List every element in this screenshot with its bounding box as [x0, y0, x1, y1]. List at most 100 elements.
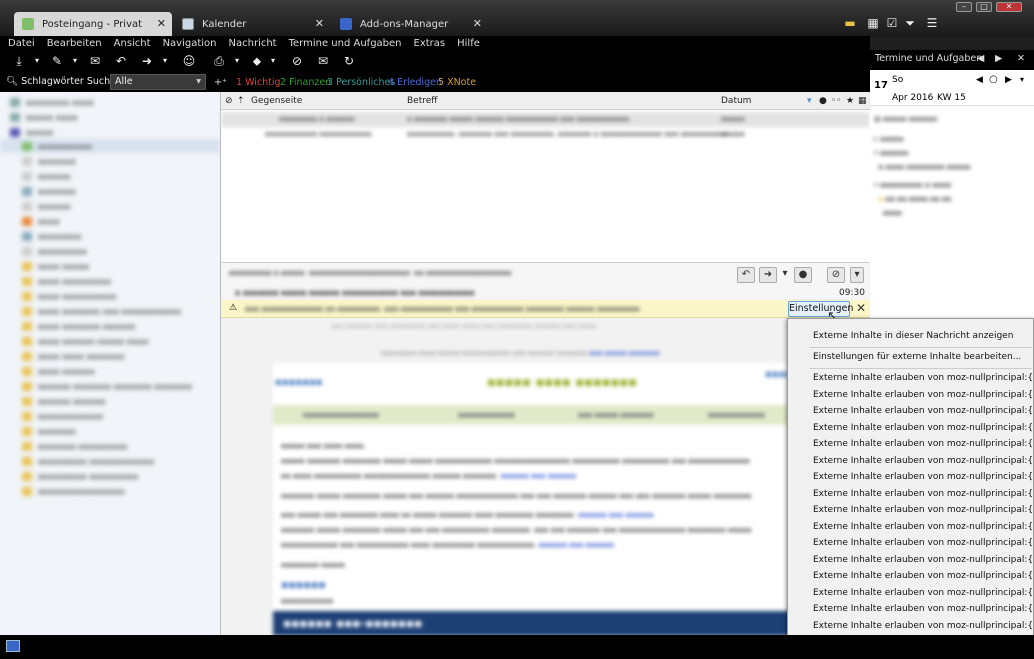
menu-allow-external-item[interactable]: Externe Inhalte erlauben von moz-nullpri…: [813, 505, 1033, 515]
folder-item[interactable]: ▪▪▪▪▪▪▪▪▪▪▪▪▪▪▪▪: [22, 485, 125, 497]
folder-item[interactable]: ▪▪▪▪: [22, 215, 60, 227]
address-book-icon[interactable]: ☺: [182, 54, 196, 68]
folder-item[interactable]: ▪▪▪▪▪▪▪▪: [22, 230, 81, 242]
folder-item[interactable]: ▪▪▪▪▪▪▪: [22, 185, 76, 197]
menu-nachricht[interactable]: Nachricht: [221, 38, 281, 49]
nav-item[interactable]: ▪▪▪▪▪▪▪▪▪▪▪▪: [458, 411, 515, 419]
chevron-down-icon[interactable]: ▾: [68, 54, 82, 68]
close-tab-icon[interactable]: ✕: [157, 17, 166, 30]
agenda-item[interactable]: ▾ ▪▪▪▪▪▪: [874, 146, 1030, 160]
menu-hilfe[interactable]: Hilfe: [449, 38, 484, 49]
nav-item[interactable]: ▪▪▪▪▪▪▪▪▪▪▪▪: [708, 411, 765, 419]
filter-icon[interactable]: ⏷: [903, 16, 917, 30]
tag-persoenliches[interactable]: 3 Persönliches: [327, 77, 395, 88]
column-picker-icon[interactable]: ▦: [858, 96, 867, 106]
junk-button[interactable]: ●: [794, 267, 812, 283]
menu-show-external-content[interactable]: Externe Inhalte in dieser Nachricht anze…: [813, 331, 1013, 341]
get-mail-icon[interactable]: ⤓: [12, 54, 26, 68]
tag-wichtig[interactable]: 1 Wichtig: [236, 77, 281, 88]
today-icon[interactable]: ○: [989, 74, 998, 85]
read-column-icon[interactable]: ◦◦: [831, 96, 842, 106]
folder-item[interactable]: ▪▪▪▪ ▪▪▪▪▪▪▪▪▪: [22, 275, 111, 287]
folder-item[interactable]: ▪▪▪▪▪▪▪▪▪ ▪▪▪▪▪▪▪▪▪: [22, 470, 138, 482]
chevron-down-icon[interactable]: ▾: [1020, 75, 1024, 84]
folder-item[interactable]: ▪▪▪▪ ▪▪▪▪▪▪: [22, 365, 95, 377]
menu-navigation[interactable]: Navigation: [155, 38, 221, 49]
agenda-item[interactable]: ▪▪▪▪: [874, 206, 1030, 220]
forward-button[interactable]: ➜: [759, 267, 777, 283]
tag-finanzen[interactable]: 2 Finanzen: [280, 77, 331, 88]
menu-datei[interactable]: Datei: [0, 38, 39, 49]
attachment-column-icon[interactable]: ⊘: [225, 96, 233, 106]
print-icon[interactable]: ⎙: [212, 54, 226, 68]
menu-allow-external-item[interactable]: Externe Inhalte erlauben von moz-nullpri…: [813, 538, 1033, 548]
hamburger-menu-icon[interactable]: ☰: [925, 16, 939, 30]
tag-filter-select[interactable]: Alle: [110, 74, 206, 90]
nav-item[interactable]: ▪▪▪ ▪▪▪▪▪ ▪▪▪▪▪▪▪: [578, 411, 654, 419]
menu-bearbeiten[interactable]: Bearbeiten: [39, 38, 106, 49]
folder-item[interactable]: ▪▪▪▪ ▪▪▪▪ ▪▪▪▪▪▪▪: [22, 350, 124, 362]
folder-item[interactable]: ▪▪▪▪▪▪ ▪▪▪▪▪▪▪ ▪▪▪▪▪▪▪ ▪▪▪▪▪▪▪: [22, 380, 192, 392]
write-icon[interactable]: ✎: [50, 54, 64, 68]
column-from[interactable]: Gegenseite: [251, 96, 302, 106]
menu-allow-external-item[interactable]: Externe Inhalte erlauben von moz-nullpri…: [813, 390, 1033, 400]
menu-allow-external-item[interactable]: Externe Inhalte erlauben von moz-nullpri…: [813, 373, 1033, 383]
tag-search-label[interactable]: 🔍︎ Schlagwörter Suchen: [6, 76, 122, 87]
maximize-button[interactable]: □: [976, 2, 992, 12]
menu-allow-external-item[interactable]: Externe Inhalte erlauben von moz-nullpri…: [813, 439, 1033, 449]
close-window-button[interactable]: ✕: [996, 2, 1022, 12]
folder-item[interactable]: ▪▪▪▪▪▪: [22, 200, 71, 212]
folder-item[interactable]: ▪▪▪▪▪▪: [22, 170, 71, 182]
reply-icon[interactable]: ↶: [114, 54, 128, 68]
chevron-down-icon[interactable]: ▾: [230, 54, 244, 68]
folder-item[interactable]: ▪▪▪▪ ▪▪▪▪▪▪▪ ▪▪▪ ▪▪▪▪▪▪▪▪▪▪▪: [22, 305, 181, 317]
menu-termine[interactable]: Termine und Aufgaben: [281, 38, 406, 49]
tag-xnote[interactable]: 5 XNote: [438, 77, 476, 88]
folder-item[interactable]: ▪▪▪▪ ▪▪▪▪▪▪▪▪▪▪: [22, 290, 116, 302]
chevron-down-icon[interactable]: ▾: [158, 54, 172, 68]
reply-button[interactable]: ↶: [737, 267, 755, 283]
sort-desc-icon[interactable]: ▾: [807, 96, 812, 106]
chevron-down-icon[interactable]: ▾: [266, 54, 280, 68]
agenda-item[interactable]: ▸ ▪▪▪▪▪: [874, 132, 1030, 146]
folder-item[interactable]: ▪▪▪▪▪: [10, 126, 53, 138]
agenda-item[interactable]: ▪ ▪▪▪▪ ▪▪▪▪▪▪▪▪ ▪▪▪▪▪: [874, 160, 1030, 174]
tab-inbox[interactable]: Posteingang - Privat ✕: [14, 12, 172, 36]
chevron-down-icon[interactable]: ▾: [779, 267, 791, 283]
tab-calendar[interactable]: Kalender ✕: [174, 12, 330, 36]
folder-item[interactable]: ▪▪▪▪▪▪▪ ▪▪▪▪▪▪▪▪▪: [22, 440, 127, 452]
close-tab-icon[interactable]: ✕: [315, 17, 324, 30]
calendar-icon[interactable]: ▦: [866, 16, 880, 30]
menu-ansicht[interactable]: Ansicht: [106, 38, 155, 49]
menu-allow-external-item[interactable]: Externe Inhalte erlauben von moz-nullpri…: [813, 489, 1033, 499]
agenda-new-event[interactable]: ▦ ▪▪▪▪▪ ▪▪▪▪▪▪: [874, 112, 1030, 126]
folder-item[interactable]: ▪▪▪▪▪▪▪▪ ▪▪▪▪: [10, 96, 94, 108]
menu-allow-external-item[interactable]: Externe Inhalte erlauben von moz-nullpri…: [813, 604, 1033, 614]
column-subject[interactable]: Betreff: [407, 96, 437, 106]
menu-allow-external-item[interactable]: Externe Inhalte erlauben von moz-nullpri…: [813, 423, 1033, 433]
folder-item[interactable]: ▪▪▪▪▪▪▪▪▪▪▪▪: [22, 410, 103, 422]
agenda-item[interactable]: ▪ ▪▪.▪▪.▪▪▪▪ ▪▪:▪▪: [874, 192, 1030, 206]
folder-item[interactable]: ▪▪▪▪▪▪▪▪▪: [22, 245, 87, 257]
folder-item[interactable]: ▪▪▪▪▪▪▪▪▪ ▪▪▪▪▪▪▪▪▪▪▪▪: [22, 455, 154, 467]
table-row[interactable]: ▪▪▪▪▪▪▪▪ ▪ ▪▪▪▪▪▪ ▪ ▪▪▪▪▪▪▪ ▪▪▪▪▪ ▪▪▪▪▪▪…: [221, 112, 870, 127]
archive-icon[interactable]: ✉: [316, 54, 330, 68]
next-icon[interactable]: ▶: [995, 53, 1002, 64]
close-icon[interactable]: ✕: [1017, 53, 1025, 64]
tag-add-icon[interactable]: +⁺: [214, 77, 227, 88]
menu-allow-external-item[interactable]: Externe Inhalte erlauben von moz-nullpri…: [813, 621, 1033, 631]
star-column-icon[interactable]: ★: [846, 96, 854, 106]
menu-edit-external-settings[interactable]: Einstellungen für externe Inhalte bearbe…: [813, 352, 1021, 362]
nav-item[interactable]: ▪▪▪▪▪▪▪▪▪▪▪▪▪▪▪▪: [303, 411, 379, 419]
tasks-icon[interactable]: ☑: [885, 16, 899, 30]
thread-column-icon[interactable]: ⇡: [237, 96, 245, 106]
tab-addons[interactable]: Add-ons-Manager ✕: [332, 12, 488, 36]
menu-allow-external-item[interactable]: Externe Inhalte erlauben von moz-nullpri…: [813, 456, 1033, 466]
minimize-button[interactable]: –: [956, 2, 972, 12]
folder-item[interactable]: ▪▪▪▪▪▪▪: [22, 155, 76, 167]
scroll-up-icon[interactable]: ⌃: [954, 319, 962, 326]
more-button[interactable]: ▾: [850, 267, 864, 283]
agenda-item[interactable]: ▾ ▪▪▪▪▪▪▪▪▪ ▪ ▪▪▪▪: [874, 178, 1030, 192]
tag-erledigen[interactable]: 4 Erledigen: [388, 77, 442, 88]
column-date[interactable]: Datum: [721, 96, 751, 106]
